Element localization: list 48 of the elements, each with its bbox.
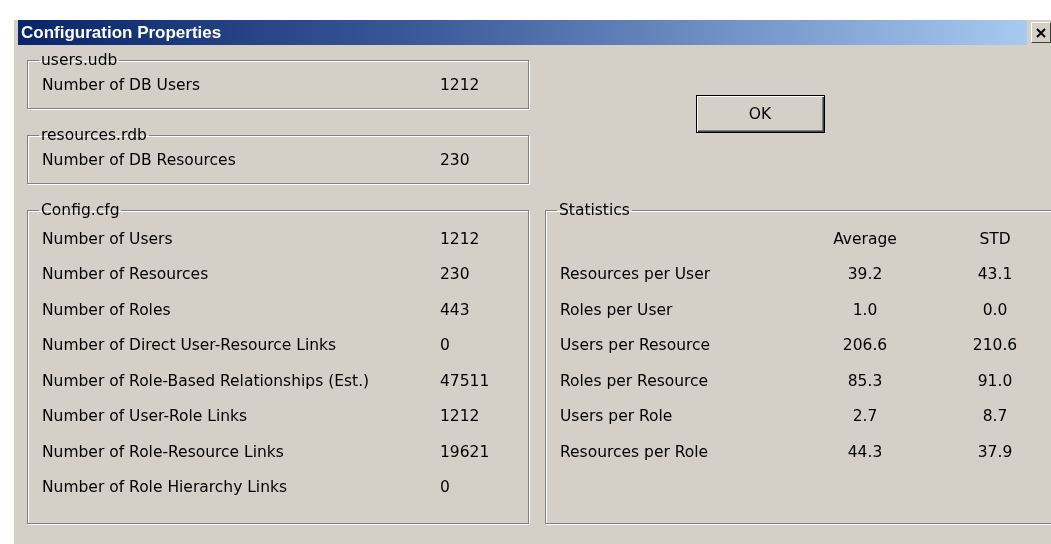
field-value: 19621 (440, 442, 490, 461)
stat-value: 1.0 (851, 300, 879, 319)
stat-label: Roles per User (560, 300, 674, 319)
stat-value: 43.1 (976, 265, 1014, 284)
stat-label: Resources per User (560, 265, 712, 284)
group-title: Statistics (558, 201, 631, 219)
field-value: 1212 (440, 76, 480, 94)
stat-value: 44.3 (846, 442, 884, 461)
stat-value: 91.0 (976, 371, 1014, 390)
stat-label: Resources per Role (560, 442, 710, 461)
field-label: Number of User-Role Links (42, 407, 249, 426)
stat-value: 210.6 (971, 336, 1019, 355)
stat-value: 206.6 (841, 336, 889, 355)
window-title: Configuration Properties (18, 20, 1027, 45)
stat-value: 8.7 (981, 407, 1009, 426)
group-title: Config.cfg (40, 201, 121, 219)
field-value: 0 (440, 336, 450, 355)
column-header: STD (978, 229, 1012, 248)
field-label: Number of Resources (42, 265, 210, 284)
stat-value: 2.7 (851, 407, 879, 426)
field-label: Number of Role-Resource Links (42, 442, 285, 461)
field-value: 230 (440, 151, 470, 169)
ok-button[interactable]: OK (695, 95, 825, 133)
field-label: Number of DB Users (42, 76, 201, 94)
field-label: Number of DB Resources (42, 151, 237, 169)
field-value: 1212 (440, 407, 480, 426)
group-title: users.udb (40, 51, 119, 69)
field-value: 1212 (440, 229, 480, 248)
stat-label: Users per Resource (560, 336, 712, 355)
field-label: Number of Role Hierarchy Links (42, 478, 289, 497)
field-value: 443 (440, 300, 470, 319)
stat-value: 0.0 (981, 300, 1009, 319)
field-value: 47511 (440, 371, 490, 390)
stat-label: Users per Role (560, 407, 674, 426)
stat-label: Roles per Resource (560, 371, 710, 390)
field-label: Number of Direct User-Resource Links (42, 336, 338, 355)
group-title: resources.rdb (40, 126, 148, 144)
stat-value: 85.3 (846, 371, 884, 390)
close-button[interactable] (1031, 22, 1051, 43)
field-label: Number of Users (42, 229, 174, 248)
stat-value: 37.9 (976, 442, 1014, 461)
field-value: 230 (440, 265, 470, 284)
field-label: Number of Role-Based Relationships (Est.) (42, 371, 371, 390)
column-header: Average (832, 229, 898, 248)
close-icon (1036, 27, 1046, 38)
stat-value: 39.2 (846, 265, 884, 284)
field-label: Number of Roles (42, 300, 172, 319)
field-value: 0 (440, 478, 450, 497)
